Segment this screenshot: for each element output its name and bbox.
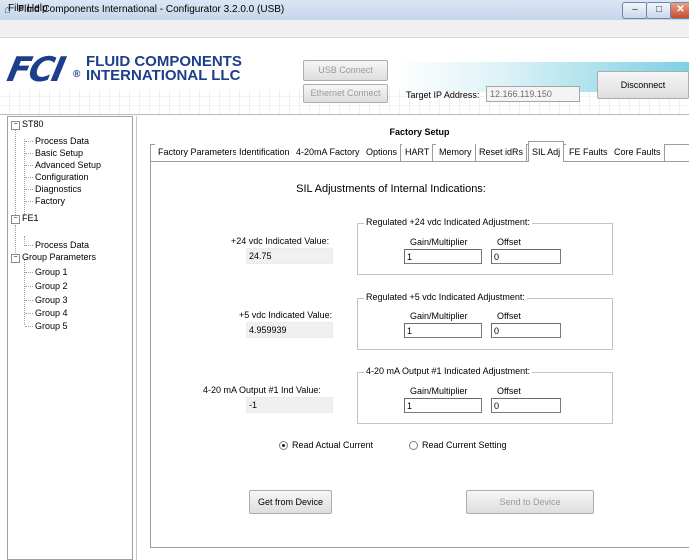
offset-input-5v[interactable]: 0: [491, 323, 561, 338]
tree-node-advanced-setup[interactable]: Advanced Setup: [35, 160, 101, 170]
get-from-device-button[interactable]: Get from Device: [249, 490, 332, 514]
value-field-5v: 4.959939: [246, 322, 333, 338]
tab-core-faults[interactable]: Core Faults: [611, 144, 665, 161]
group-title-4-20ma: 4-20 mA Output #1 Indicated Adjustment:: [364, 366, 533, 376]
sil-heading: SIL Adjustments of Internal Indications:: [296, 183, 486, 195]
group-24v-adjustment: Regulated +24 vdc Indicated Adjustment:: [357, 217, 613, 275]
tree-node-factory[interactable]: Factory: [35, 196, 65, 206]
close-button[interactable]: ✕: [670, 2, 689, 19]
tab-factory-parameters[interactable]: Factory Parameters: [155, 144, 242, 161]
tree-node-fe1-process-data[interactable]: Process Data: [35, 240, 89, 250]
logo-text-line2: INTERNATIONAL LLC: [86, 67, 241, 84]
logo-registered: ®: [73, 69, 81, 80]
gain-input-24v[interactable]: 1: [404, 249, 482, 264]
tab-options[interactable]: Options: [363, 144, 402, 161]
menu-file[interactable]: File: [8, 3, 24, 14]
tree-node-group-1[interactable]: Group 1: [35, 267, 68, 277]
tree-node-group-4[interactable]: Group 4: [35, 308, 68, 318]
gain-input-5v[interactable]: 1: [404, 323, 482, 338]
collapse-icon[interactable]: −: [11, 215, 20, 224]
tree-connector: [25, 201, 33, 202]
tree-node-diagnostics[interactable]: Diagnostics: [35, 184, 82, 194]
offset-label-5v: Offset: [497, 311, 521, 321]
offset-input-24v[interactable]: 0: [491, 249, 561, 264]
tree-connector: [25, 153, 33, 154]
menu-help[interactable]: Help: [27, 3, 48, 14]
value-label-4-20ma: 4-20 mA Output #1 Ind Value:: [203, 385, 321, 395]
tree-node-group-2[interactable]: Group 2: [35, 281, 68, 291]
panel-title: Factory Setup: [389, 127, 450, 137]
device-tree[interactable]: − ST80 Process Data Basic Setup Advanced…: [7, 116, 133, 560]
tree-node-group-3[interactable]: Group 3: [35, 295, 68, 305]
gain-label-24v: Gain/Multiplier: [410, 237, 468, 247]
tree-node-group-5[interactable]: Group 5: [35, 321, 68, 331]
tree-connector: [25, 313, 33, 314]
tab-sil-adj[interactable]: SIL Adj: [528, 141, 565, 162]
tree-connector: [24, 259, 25, 325]
tree-node-process-data[interactable]: Process Data: [35, 136, 89, 146]
tree-connector: [25, 245, 33, 246]
radio-label-read-current-setting[interactable]: Read Current Setting: [422, 440, 507, 450]
radio-read-actual-current[interactable]: [279, 441, 288, 450]
tree-node-configuration[interactable]: Configuration: [35, 172, 89, 182]
usb-connect-button[interactable]: USB Connect: [303, 60, 388, 81]
offset-input-4-20ma[interactable]: 0: [491, 398, 561, 413]
tab-reset-idrs[interactable]: Reset idRs: [476, 144, 528, 161]
collapse-icon[interactable]: −: [11, 254, 20, 263]
radio-read-current-setting[interactable]: [409, 441, 418, 450]
tree-connector: [25, 141, 33, 142]
gain-input-4-20ma[interactable]: 1: [404, 398, 482, 413]
value-label-24v: +24 vdc Indicated Value:: [231, 236, 330, 246]
tree-connector: [25, 272, 33, 273]
tab-fe-faults[interactable]: FE Faults: [566, 144, 612, 161]
group-title-5v: Regulated +5 vdc Indicated Adjustment:: [364, 292, 527, 302]
group-5v-adjustment: Regulated +5 vdc Indicated Adjustment:: [357, 292, 613, 350]
tree-connector: [25, 300, 33, 301]
tree-node-st80[interactable]: ST80: [22, 119, 44, 129]
tree-connector: [25, 165, 33, 166]
offset-label-4-20ma: Offset: [497, 386, 521, 396]
disconnect-button[interactable]: Disconnect: [597, 71, 689, 99]
tree-node-basic-setup[interactable]: Basic Setup: [35, 148, 83, 158]
offset-label-24v: Offset: [497, 237, 521, 247]
tab-4-20ma-factory[interactable]: 4-20mA Factory: [293, 144, 364, 161]
gain-label-4-20ma: Gain/Multiplier: [410, 386, 468, 396]
maximize-button[interactable]: □: [646, 2, 672, 19]
tree-connector: [15, 225, 16, 253]
value-field-24v: 24.75: [246, 248, 333, 264]
tab-memory[interactable]: Memory: [436, 144, 476, 161]
tree-connector: [25, 326, 33, 327]
group-4-20ma-adjustment: 4-20 mA Output #1 Indicated Adjustment:: [357, 366, 613, 424]
tree-connector: [25, 286, 33, 287]
menu-bar: [0, 20, 689, 38]
tree-node-fe1[interactable]: FE1: [22, 213, 39, 223]
collapse-icon[interactable]: −: [11, 121, 20, 130]
gain-label-5v: Gain/Multiplier: [410, 311, 468, 321]
send-to-device-button[interactable]: Send to Device: [466, 490, 594, 514]
tab-hart[interactable]: HART: [402, 144, 434, 161]
tree-connector: [15, 129, 16, 215]
ethernet-connect-button[interactable]: Ethernet Connect: [303, 84, 388, 103]
radio-label-read-actual-current[interactable]: Read Actual Current: [292, 440, 373, 450]
tab-identification[interactable]: Identification: [236, 144, 294, 161]
tree-connector: [25, 189, 33, 190]
value-field-4-20ma: -1: [246, 397, 333, 413]
ip-address-label: Target IP Address:: [406, 90, 480, 100]
tab-strip-divider: [150, 161, 689, 162]
value-label-5v: +5 vdc Indicated Value:: [239, 310, 333, 320]
ip-address-field[interactable]: 12.166.119.150: [486, 86, 580, 102]
logo-mark: FCI: [3, 50, 68, 90]
tree-node-group-parameters[interactable]: Group Parameters: [22, 252, 96, 262]
window-title: Fluid Components International - Configu…: [18, 4, 285, 15]
tree-connector: [25, 177, 33, 178]
minimize-button[interactable]: –: [622, 2, 648, 19]
group-title-24v: Regulated +24 vdc Indicated Adjustment:: [364, 217, 532, 227]
